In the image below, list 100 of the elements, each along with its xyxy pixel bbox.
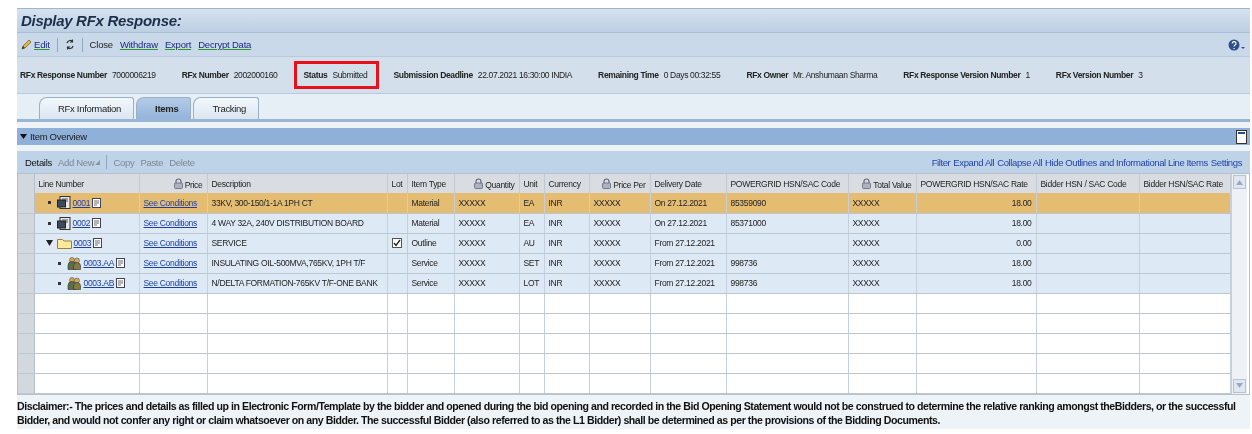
table-cell: 998736 [730, 278, 758, 288]
row-selector[interactable] [18, 253, 34, 273]
collapse-icon[interactable] [44, 240, 55, 246]
conditions-link[interactable]: See Conditions [143, 278, 197, 288]
table-row[interactable]: 0002 See Conditions 4 WAY 32A, 240V DISTRIBUTION BOARD Material XXXXX EA INR XXXXX On 27.12.2021 85371000 XXXXX 18.00 [18, 213, 1230, 233]
row-selector[interactable] [18, 273, 34, 293]
maximize-icon[interactable] [1236, 129, 1247, 144]
table-cell: XXXXX [852, 197, 880, 208]
document-icon[interactable] [92, 218, 102, 228]
row-selector[interactable] [18, 373, 34, 393]
people-icon [66, 256, 82, 270]
table-cell: XXXXX [593, 238, 621, 248]
column-header[interactable]: Item Type [407, 174, 454, 193]
column-header[interactable]: POWERGRID HSN/SAC Rate [916, 174, 1036, 193]
table-cell: XXXXX [458, 218, 486, 228]
tab[interactable]: Tracking [193, 97, 260, 119]
help-icon[interactable] [1228, 38, 1246, 51]
table-row[interactable]: 0003 See Conditions SERVICE Outline XXXXX AU INR XXXXX From 27.12.2021 XXXXX 0.00 [18, 233, 1230, 253]
field-value: 7000006219 [111, 70, 156, 80]
column-header[interactable]: Line Number [34, 174, 139, 193]
table-link[interactable]: Hide Outlines and Informational Line Items [1045, 156, 1208, 168]
box-icon [56, 196, 71, 210]
table-row[interactable]: 0003.AB See Conditions N/DELTA FORMATION-765KV T/F-ONE BANK Service XXXXX LOT INR XXXXX From 27.12.2021 998736 XXXXX 18.00 [18, 273, 1230, 293]
tab[interactable]: Items [136, 97, 192, 119]
document-icon[interactable] [116, 278, 125, 288]
table-cell: EA [523, 197, 535, 208]
column-header[interactable]: Total Value [848, 174, 916, 193]
table-row[interactable]: 0003.AA See Conditions INSULATING OIL-500MVA,765KV, 1PH T/F Service XXXXX SET INR XXXXX From 27.12.2021 998736 XXXXX 18.00 [18, 253, 1230, 273]
scroll-up-button[interactable] [1232, 175, 1246, 189]
table-cell: N/DELTA FORMATION-765KV T/F-ONE BANK [211, 278, 378, 288]
row-selector[interactable] [18, 353, 34, 373]
field-value: 1 [1025, 70, 1030, 80]
table-cell: Service [411, 258, 438, 268]
document-icon[interactable] [93, 238, 103, 248]
table-cell: XXXXX [458, 197, 486, 208]
table-cell: Material [411, 197, 440, 208]
conditions-link[interactable]: See Conditions [143, 197, 197, 208]
table-link[interactable]: Collapse All [997, 156, 1043, 168]
column-header[interactable]: Bidder HSN/SAC Rate [1139, 174, 1230, 193]
line-number-link[interactable]: 0003 [73, 238, 92, 248]
conditions-link[interactable]: See Conditions [143, 238, 197, 248]
field-value: 2002000160 [233, 70, 278, 80]
row-selector[interactable] [18, 213, 34, 233]
column-header[interactable]: Bidder HSN / SAC Code [1036, 174, 1139, 193]
document-icon[interactable] [116, 258, 125, 268]
edit-link[interactable]: Edit [21, 39, 50, 50]
scroll-down-button[interactable] [1232, 378, 1246, 393]
lot-checkbox[interactable] [392, 237, 402, 248]
up-arrow-icon [1235, 179, 1243, 185]
column-header[interactable]: Price Per [589, 174, 650, 193]
column-header[interactable]: POWERGRID HSN/SAC Code [726, 174, 848, 193]
table-cell: XXXXX [593, 278, 621, 288]
table-cell: INR [548, 218, 563, 228]
tab[interactable]: RFx Information [39, 97, 135, 119]
row-selector[interactable] [18, 313, 34, 333]
field-value: 3 [1138, 70, 1143, 80]
table-cell: 18.00 [1011, 278, 1032, 288]
toolbar-link[interactable]: Decrypt Data [198, 39, 252, 50]
table-cell: 18.00 [1011, 197, 1032, 208]
table-cell: Material [411, 218, 440, 228]
section-header[interactable]: Item Overview [17, 128, 1250, 145]
field-label: RFx Response Number [20, 70, 107, 80]
column-header[interactable]: Description [207, 174, 387, 193]
table-cell: On 27.12.2021 [654, 218, 707, 228]
table-cell: XXXXX [852, 278, 880, 288]
toolbar-link[interactable]: Withdraw [119, 39, 158, 50]
column-header[interactable]: Quantity [454, 174, 519, 193]
line-number-link[interactable]: 0001 [72, 197, 91, 208]
column-header[interactable]: Currency [544, 174, 589, 193]
collapse-icon[interactable] [20, 133, 27, 140]
column-header[interactable]: Delivery Date [650, 174, 726, 193]
toolbar-button[interactable]: Details [25, 156, 52, 168]
line-number-link[interactable]: 0003.AB [83, 278, 114, 288]
row-selector[interactable] [18, 293, 34, 313]
field-value: Mr. Anshumaan Sharma [793, 70, 878, 80]
table-cell: XXXXX [852, 238, 880, 248]
table-link[interactable]: Expand All [953, 156, 995, 168]
document-icon[interactable] [92, 197, 102, 208]
down-arrow-icon [1235, 383, 1243, 388]
table-cell: 85371000 [730, 218, 766, 228]
table-link[interactable]: Filter [931, 156, 951, 168]
table-cell: INR [548, 278, 563, 288]
row-selector[interactable] [18, 333, 34, 353]
table-row[interactable]: 0001 See Conditions 33KV, 300-150/1-1A 1PH CT Material XXXXX EA INR XXXXX On 27.12.2021 85359090 XXXXX 18.00 [18, 193, 1230, 213]
select-all-cell[interactable] [18, 174, 34, 193]
refresh-icon[interactable] [64, 39, 75, 50]
page-title: Display RFx Response: [21, 12, 182, 29]
box-icon [56, 216, 71, 230]
toolbar-link[interactable]: Export [164, 39, 192, 50]
toolbar-button[interactable]: Close [89, 39, 113, 50]
row-selector[interactable] [18, 233, 34, 253]
line-number-link[interactable]: 0003.AA [83, 258, 114, 268]
column-header[interactable]: Unit [519, 174, 544, 193]
table-cell: XXXXX [593, 197, 621, 208]
line-number-link[interactable]: 0002 [72, 218, 91, 228]
conditions-link[interactable]: See Conditions [143, 218, 197, 228]
folder-icon [56, 237, 72, 249]
conditions-link[interactable]: See Conditions [143, 258, 197, 268]
column-header[interactable]: Price [139, 174, 207, 193]
table-link[interactable]: Settings [1210, 156, 1242, 168]
